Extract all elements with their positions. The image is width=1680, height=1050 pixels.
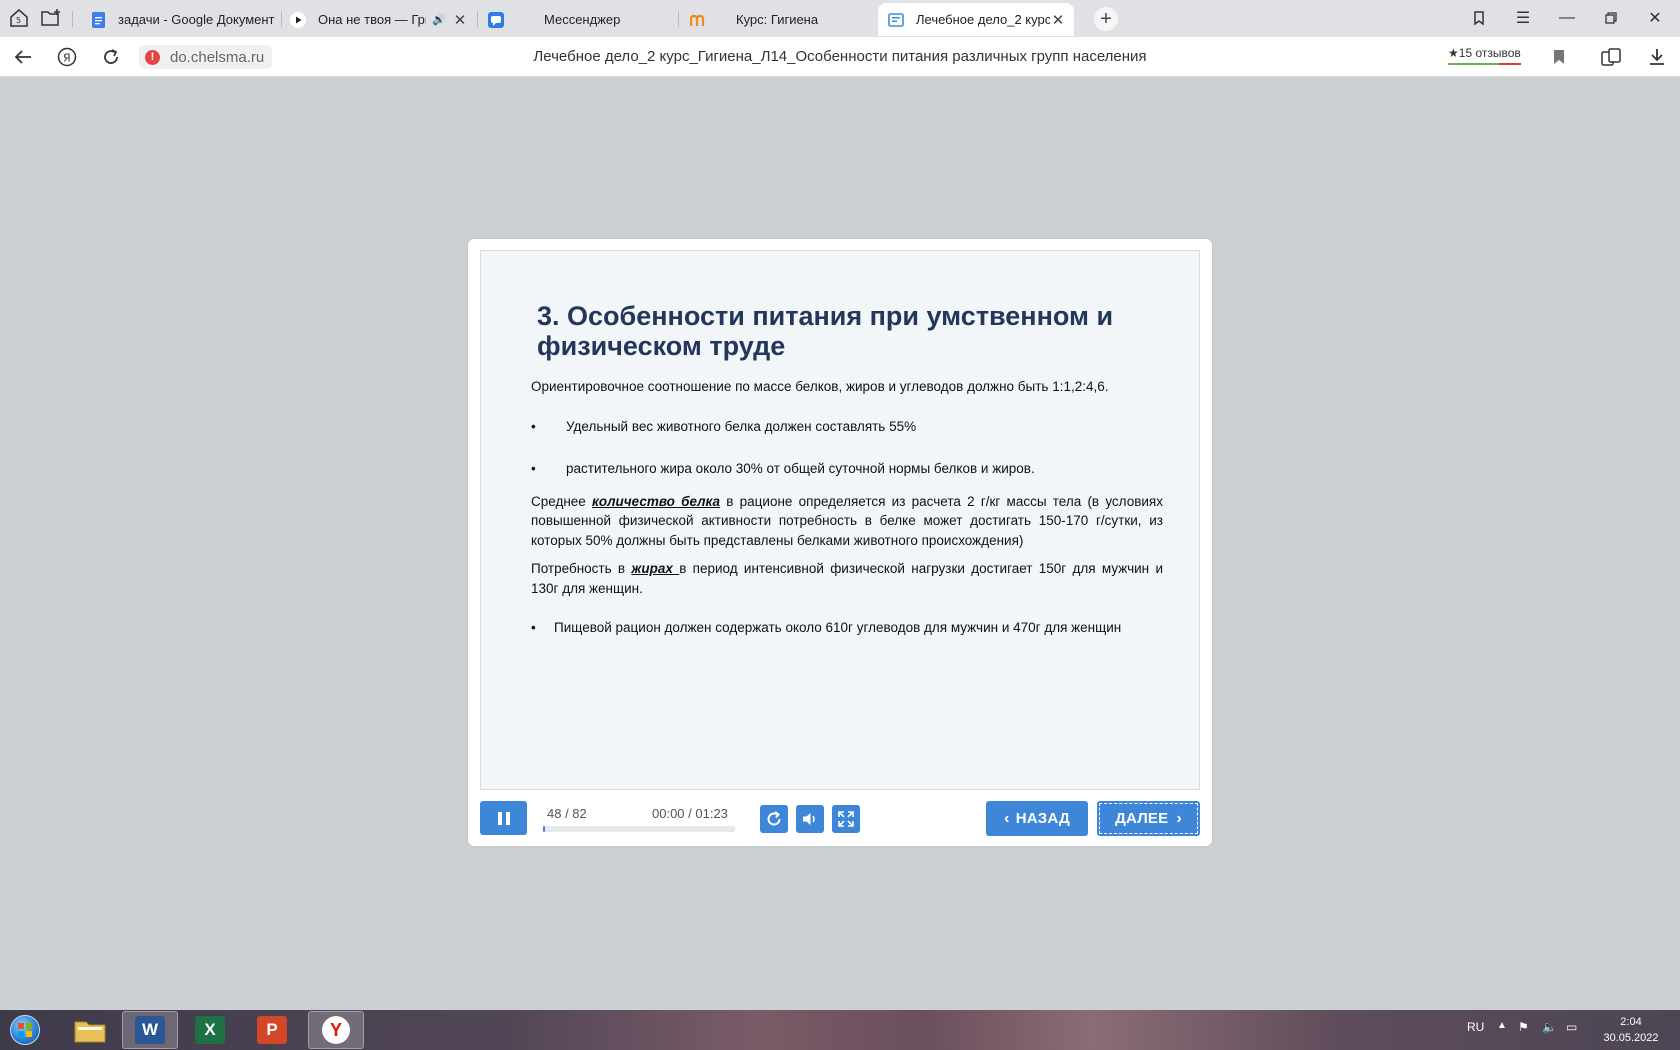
fat-paragraph: Потребность в жирах в период интенсивной…: [531, 561, 1163, 596]
fat-emphasis: жирах: [631, 561, 680, 576]
list-item: • Удельный вес животного белка должен со…: [531, 417, 1163, 437]
protein-paragraph: Среднее количество белка в рационе опред…: [531, 493, 1163, 548]
star-icon: ★: [1448, 46, 1459, 60]
chevron-right-icon: ›: [1176, 809, 1182, 827]
powerpoint-icon: P: [257, 1016, 287, 1044]
pause-button[interactable]: [480, 801, 527, 835]
taskbar-powerpoint[interactable]: P: [244, 1011, 300, 1049]
volume-button[interactable]: [796, 805, 824, 833]
carbs-bullet: Пищевой рацион должен содержать около 61…: [554, 620, 1122, 635]
security-warning-icon[interactable]: !: [145, 49, 160, 65]
back-label: НАЗАД: [1015, 810, 1070, 827]
google-docs-icon: [90, 11, 106, 28]
tab-label: Она не твоя — Григо: [318, 12, 426, 27]
replay-button[interactable]: [760, 805, 788, 833]
excel-icon: X: [195, 1016, 225, 1044]
progress-bar[interactable]: [543, 826, 735, 832]
reading-mode-icon[interactable]: [1598, 45, 1624, 69]
show-hidden-icons-icon[interactable]: ▲: [1497, 1020, 1507, 1031]
tab-label: Курс: Гигиена: [736, 12, 819, 27]
new-folder-icon[interactable]: [38, 6, 64, 30]
word-icon: W: [135, 1016, 165, 1044]
volume-icon[interactable]: 🔈: [1542, 1020, 1557, 1034]
chat-icon: [488, 11, 504, 28]
next-label: ДАЛЕЕ: [1115, 810, 1169, 827]
tab-music[interactable]: Она не твоя — Григо 🔊 ✕: [280, 3, 476, 36]
close-tab-icon[interactable]: ✕: [452, 11, 468, 29]
collections-icon[interactable]: [1462, 6, 1496, 30]
course-icon: [888, 12, 904, 28]
tab-label: задачи - Google Документ: [118, 12, 275, 27]
url-text: do.chelsma.ru: [170, 48, 265, 66]
tab-label: Лечебное дело_2 курс_: [916, 12, 1050, 27]
taskbar: W X P Y RU ▲ ⚑ 🔈 ▭ 2:04 30.05.2022: [0, 1010, 1680, 1050]
minimize-icon[interactable]: —: [1550, 6, 1584, 30]
flag-icon[interactable]: ⚑: [1518, 1020, 1529, 1034]
taskbar-yandex-browser[interactable]: Y: [308, 1011, 364, 1049]
bookmark-icon[interactable]: [1546, 45, 1572, 69]
svg-text:Я: Я: [63, 52, 71, 65]
restore-icon[interactable]: [1594, 6, 1628, 30]
tab-label: Мессенджер: [544, 12, 621, 27]
tab-course[interactable]: Курс: Гигиена: [680, 3, 876, 36]
address-bar: Я ! do.chelsma.ru Лечебное дело_2 курс_Г…: [0, 37, 1680, 77]
new-tab-button[interactable]: +: [1094, 7, 1118, 31]
language-indicator[interactable]: RU: [1467, 1020, 1484, 1034]
reload-icon[interactable]: [98, 45, 124, 69]
slide-body: Ориентировочное соотношение по массе бел…: [531, 377, 1163, 638]
clock[interactable]: 2:04 30.05.2022: [1598, 1014, 1664, 1046]
tab-active-lesson[interactable]: Лечебное дело_2 курс_ ✕: [878, 3, 1074, 36]
speaker-icon[interactable]: 🔊: [432, 13, 446, 26]
svg-text:5: 5: [16, 16, 21, 25]
windows-logo-icon: [10, 1015, 40, 1045]
tab-google-docs[interactable]: задачи - Google Документ: [80, 3, 280, 36]
pause-icon: [497, 811, 502, 825]
speaker-icon: [803, 813, 815, 825]
reviews-label: 15 отзывов: [1458, 46, 1521, 60]
progress-fill: [543, 826, 545, 832]
clock-time: 2:04: [1620, 1016, 1642, 1028]
start-button[interactable]: [4, 1012, 46, 1048]
taskbar-word[interactable]: W: [122, 1011, 178, 1049]
url-field[interactable]: ! do.chelsma.ru: [139, 45, 273, 69]
list-item: • растительного жира около 30% от общей …: [531, 459, 1163, 479]
tab-messenger[interactable]: Мессенджер: [478, 3, 678, 36]
back-arrow-icon[interactable]: [10, 45, 36, 69]
taskbar-explorer[interactable]: [62, 1011, 118, 1049]
home-icon[interactable]: 5: [6, 6, 32, 30]
ratio-paragraph: Ориентировочное соотношение по массе бел…: [531, 379, 1109, 394]
yandex-icon[interactable]: Я: [54, 45, 80, 69]
slide-canvas: 3. Особенности питания при умственном и …: [480, 250, 1200, 790]
reviews-link[interactable]: ★15 отзывов: [1448, 46, 1521, 65]
tab-bar: 5 задачи - Google Документ Она не твоя —…: [0, 0, 1680, 37]
back-button[interactable]: ‹ НАЗАД: [986, 801, 1088, 836]
yandex-browser-icon: Y: [322, 1016, 350, 1044]
clock-date: 30.05.2022: [1603, 1032, 1659, 1044]
close-tab-icon[interactable]: ✕: [1050, 11, 1066, 29]
page-title: Лечебное дело_2 курс_Гигиена_Л14_Особенн…: [533, 48, 1147, 65]
download-icon[interactable]: [1644, 45, 1670, 69]
fullscreen-button[interactable]: [832, 805, 860, 833]
protein-emphasis: количество белка: [592, 493, 721, 509]
replay-icon: [767, 811, 781, 826]
slide-title: 3. Особенности питания при умственном и …: [537, 301, 1114, 361]
next-button[interactable]: ДАЛЕЕ ›: [1097, 801, 1200, 836]
close-window-icon[interactable]: ✕: [1638, 6, 1672, 30]
folder-icon: [74, 1021, 106, 1043]
moodle-icon: [690, 12, 706, 28]
slide-counter: 48 / 82: [547, 806, 587, 821]
animal-protein-bullet: Удельный вес животного белка должен сост…: [566, 418, 917, 434]
network-icon[interactable]: ▭: [1566, 1020, 1577, 1034]
list-item: • Пищевой рацион должен содержать около …: [531, 618, 1163, 638]
time-readout: 00:00 / 01:23: [652, 806, 728, 821]
expand-icon: [838, 811, 854, 827]
taskbar-excel[interactable]: X: [182, 1011, 238, 1049]
plant-fat-bullet: растительного жира около 30% от общей су…: [566, 461, 1035, 476]
menu-icon[interactable]: ☰: [1506, 6, 1540, 30]
chevron-left-icon: ‹: [1004, 809, 1010, 827]
slide-player: 3. Особенности питания при умственном и …: [468, 239, 1212, 846]
play-icon: [290, 11, 306, 28]
